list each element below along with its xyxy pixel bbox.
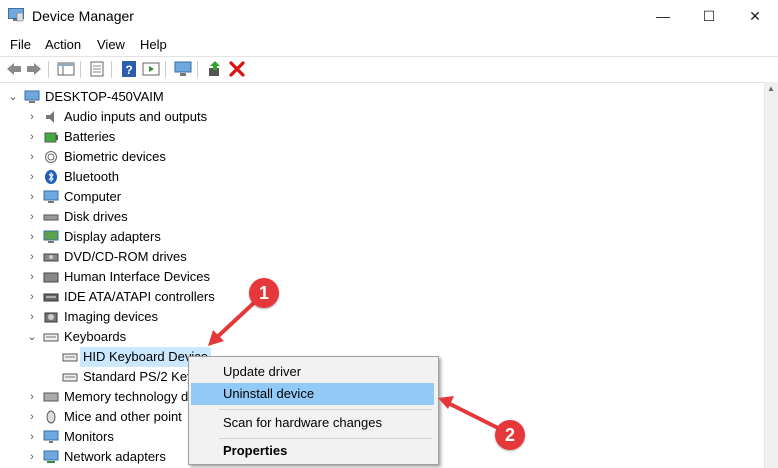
tree-category-label: Monitors xyxy=(64,429,114,444)
tree-category-label: Mice and other point xyxy=(64,409,182,424)
menu-file[interactable]: File xyxy=(10,37,31,52)
disk-drive-icon xyxy=(43,214,59,221)
annotation-badge-1: 1 xyxy=(249,278,279,308)
run-icon[interactable] xyxy=(142,61,160,77)
chevron-right-icon[interactable]: › xyxy=(27,267,37,287)
scan-hardware-label: Scan for hardware changes xyxy=(223,415,382,430)
tree-category-label: Biometric devices xyxy=(64,149,166,164)
menu-item-uninstall-device[interactable]: Uninstall device xyxy=(191,383,434,405)
menu-item-scan-hardware[interactable]: Scan for hardware changes xyxy=(191,412,434,434)
keyboard-icon xyxy=(62,373,78,382)
maximize-button[interactable]: ☐ xyxy=(686,0,732,32)
toolbar: ? xyxy=(0,56,778,83)
bluetooth-icon xyxy=(45,170,57,184)
hid-icon xyxy=(43,272,59,283)
show-hide-tree-icon[interactable] xyxy=(57,61,75,77)
memory-icon xyxy=(43,392,59,402)
scroll-up-arrow-icon[interactable]: ▲ xyxy=(767,84,775,93)
chevron-right-icon[interactable]: › xyxy=(27,207,37,227)
network-adapter-icon xyxy=(43,450,59,463)
display-adapter-icon xyxy=(43,230,59,243)
tree-category-label: Imaging devices xyxy=(64,309,158,324)
svg-text:?: ? xyxy=(125,63,132,77)
chevron-right-icon[interactable]: › xyxy=(27,427,37,447)
dvd-drive-icon xyxy=(43,253,59,262)
chevron-right-icon[interactable]: › xyxy=(27,187,37,207)
menu-action[interactable]: Action xyxy=(45,37,81,52)
chevron-right-icon[interactable]: › xyxy=(27,407,37,427)
chevron-down-icon[interactable]: ⌄ xyxy=(27,327,37,347)
toolbar-separator xyxy=(111,61,112,78)
speaker-icon xyxy=(46,111,54,123)
toolbar-separator xyxy=(48,61,49,78)
chevron-right-icon[interactable]: › xyxy=(27,307,37,327)
camera-icon xyxy=(44,312,58,323)
menu-bar: File Action View Help xyxy=(0,34,778,54)
tree-category-label: Display adapters xyxy=(64,229,161,244)
fingerprint-icon xyxy=(45,151,57,163)
chevron-right-icon[interactable]: › xyxy=(27,167,37,187)
chevron-right-icon[interactable]: › xyxy=(27,287,37,307)
toolbar-separator xyxy=(197,61,198,78)
uninstall-icon[interactable] xyxy=(228,61,246,77)
help-icon[interactable]: ? xyxy=(120,61,138,77)
window-title: Device Manager xyxy=(32,8,134,24)
close-button[interactable]: ✕ xyxy=(732,0,778,32)
computer-icon xyxy=(24,90,40,103)
chevron-right-icon[interactable]: › xyxy=(27,147,37,167)
tree-category-label: Human Interface Devices xyxy=(64,269,210,284)
menu-view[interactable]: View xyxy=(97,37,125,52)
mouse-icon xyxy=(46,410,56,424)
update-driver-icon[interactable] xyxy=(206,61,224,77)
vertical-scrollbar[interactable]: ▲ xyxy=(764,82,778,468)
menu-help[interactable]: Help xyxy=(140,37,167,52)
tree-category-label: Disk drives xyxy=(64,209,128,224)
toolbar-separator xyxy=(165,61,166,78)
tree-category-label: Bluetooth xyxy=(64,169,119,184)
chevron-right-icon[interactable]: › xyxy=(27,247,37,267)
chevron-right-icon[interactable]: › xyxy=(27,387,37,407)
tree-category-label: IDE ATA/ATAPI controllers xyxy=(64,289,215,304)
toolbar-separator xyxy=(80,61,81,78)
forward-arrow-icon[interactable] xyxy=(25,61,43,77)
menu-item-properties[interactable]: Properties xyxy=(191,440,434,462)
tree-category-label: Memory technology d xyxy=(64,389,189,404)
battery-icon xyxy=(44,132,58,143)
chevron-right-icon[interactable]: › xyxy=(27,107,37,127)
chevron-right-icon[interactable]: › xyxy=(27,227,37,247)
monitor-icon xyxy=(43,430,59,443)
annotation-badge-2: 2 xyxy=(495,420,525,450)
keyboard-icon xyxy=(43,333,59,342)
tree-device-label: Standard PS/2 Key xyxy=(83,369,194,384)
scan-hardware-icon[interactable] xyxy=(174,61,192,77)
properties-icon[interactable] xyxy=(88,61,106,77)
menu-separator xyxy=(219,409,432,410)
tree-category-label: Computer xyxy=(64,189,122,204)
title-bar: Device Manager — ☐ ✕ xyxy=(0,0,778,32)
tree-category-label: Keyboards xyxy=(64,329,127,344)
chevron-down-icon[interactable]: ⌄ xyxy=(8,87,18,107)
chevron-right-icon[interactable]: › xyxy=(27,127,37,147)
tree-category-label: Batteries xyxy=(64,129,116,144)
minimize-button[interactable]: — xyxy=(640,0,686,32)
keyboard-icon xyxy=(62,353,78,362)
update-driver-label: Update driver xyxy=(223,364,302,379)
context-menu: Update driver Uninstall device Scan for … xyxy=(188,356,439,465)
tree-category-label: Audio inputs and outputs xyxy=(64,109,208,124)
tree-category-label: DVD/CD-ROM drives xyxy=(64,249,187,264)
tree-category-label: Network adapters xyxy=(64,449,166,464)
uninstall-device-label: Uninstall device xyxy=(223,386,315,401)
tree-root-label: DESKTOP-450VAIM xyxy=(45,89,164,104)
computer-icon xyxy=(43,190,59,203)
menu-item-update-driver[interactable]: Update driver xyxy=(191,361,434,383)
device-manager-icon xyxy=(8,8,24,22)
chevron-right-icon[interactable]: › xyxy=(27,447,37,467)
menu-separator xyxy=(219,438,432,439)
properties-label: Properties xyxy=(223,443,288,458)
ide-controller-icon xyxy=(43,293,59,302)
back-arrow-icon[interactable] xyxy=(5,61,23,77)
